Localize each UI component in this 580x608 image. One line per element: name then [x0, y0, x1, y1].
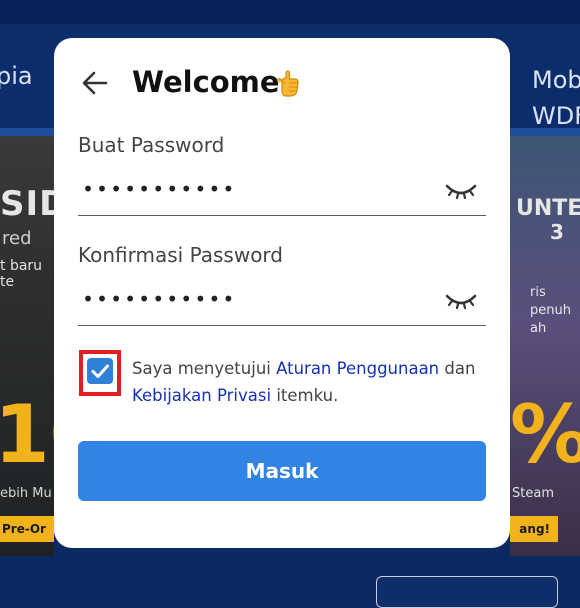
nav-item-right[interactable]: Mob WDF — [532, 62, 580, 134]
nav-item-right-line1: Mob — [532, 66, 580, 94]
nav-item-left[interactable]: pia — [0, 62, 33, 90]
banner-right-title: UNTER — [516, 196, 580, 221]
agreement-text-after: itemku. — [271, 386, 339, 405]
promo-banner-right[interactable]: UNTER 3 ris penuh ah % Steam ang! — [510, 136, 580, 556]
checkmark-icon — [91, 364, 109, 378]
submit-button[interactable]: Masuk — [78, 441, 486, 501]
banner-right-button[interactable]: ang! — [510, 516, 558, 542]
password-input[interactable] — [78, 174, 452, 204]
banner-right-discount: % — [510, 388, 580, 481]
confirm-password-label: Konfirmasi Password — [78, 243, 283, 267]
banner-right-number: 3 — [550, 220, 564, 244]
background-card[interactable] — [376, 576, 558, 608]
banner-right-tagline-line2: ah — [530, 321, 547, 336]
privacy-link[interactable]: Kebijakan Privasi — [132, 386, 271, 405]
agreement-text-middle: dan — [439, 359, 476, 378]
banner-right-tagline-line1: ris penuh — [530, 285, 571, 318]
arrow-left-icon — [82, 71, 108, 95]
welcome-modal: Welcome Buat Password Konfirmasi Passwor… — [54, 38, 510, 548]
banner-left-subtitle: red — [2, 228, 32, 249]
banner-right-footer: Steam — [512, 486, 554, 501]
password-underline — [78, 215, 486, 216]
agreement-checkbox[interactable] — [87, 358, 113, 384]
eye-closed-icon[interactable] — [444, 180, 478, 202]
promo-banner-left[interactable]: SIDE red t baru te 10 ebih Mu Pre-Or — [0, 136, 105, 556]
top-bar — [0, 0, 580, 24]
agreement-text: Saya menyetujui Aturan Penggunaan dan Ke… — [132, 355, 492, 409]
password-label: Buat Password — [78, 133, 225, 157]
banner-right-tagline: ris penuh ah — [530, 284, 580, 338]
eye-closed-icon[interactable] — [444, 290, 478, 312]
back-button[interactable] — [80, 68, 110, 98]
banner-left-footer: ebih Mu — [0, 486, 52, 501]
banner-left-tagline: t baru te — [0, 258, 43, 290]
terms-link[interactable]: Aturan Penggunaan — [276, 359, 439, 378]
confirm-password-underline — [78, 325, 486, 326]
confirm-password-input[interactable] — [78, 284, 452, 314]
modal-title: Welcome — [132, 65, 280, 99]
agreement-text-before: Saya menyetujui — [132, 359, 277, 378]
call-me-hand-icon — [276, 70, 299, 97]
banner-left-button[interactable]: Pre-Or — [0, 516, 54, 542]
